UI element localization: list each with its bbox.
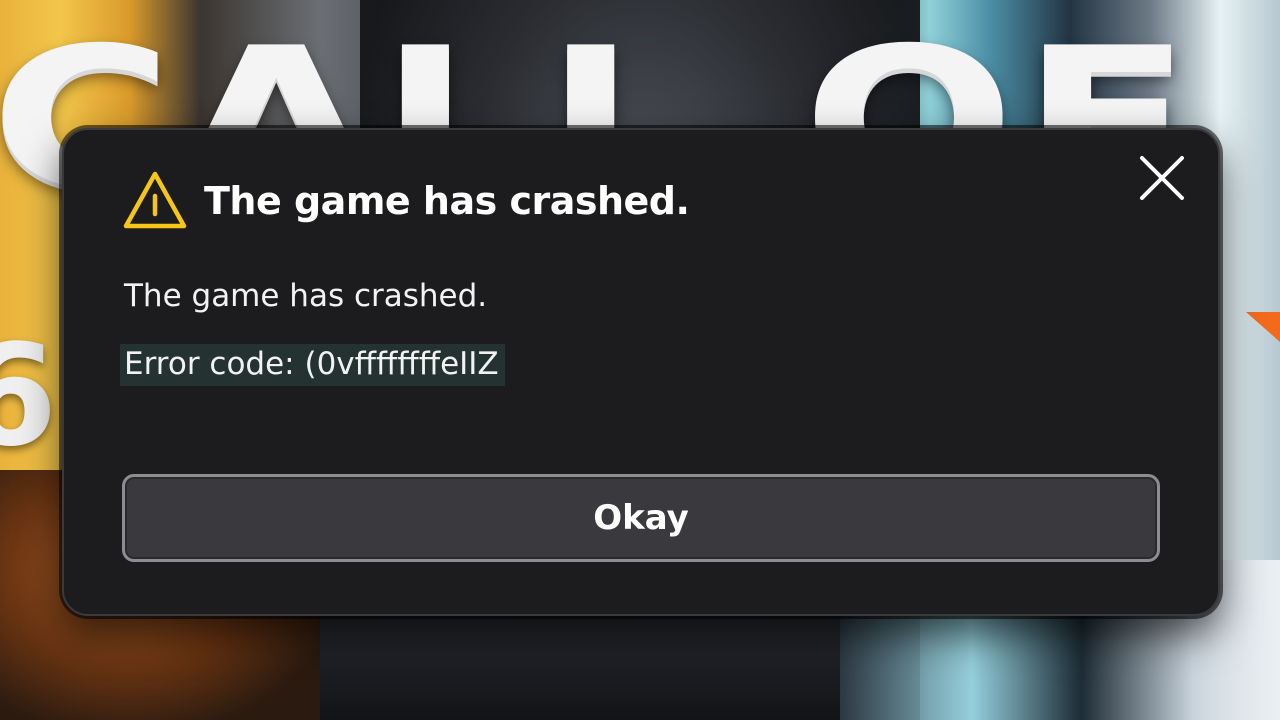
error-code-text: Error code: (0vffffffffeIIZ: [120, 344, 505, 386]
crash-dialog: The game has crashed. The game has crash…: [62, 128, 1220, 616]
okay-button-label: Okay: [593, 498, 689, 538]
background-orange-accent: [1246, 312, 1280, 342]
warning-triangle-icon: [123, 171, 187, 229]
dialog-message: The game has crashed.: [124, 278, 488, 314]
dialog-header: The game has crashed.: [122, 170, 690, 232]
dialog-title: The game has crashed.: [204, 179, 690, 223]
background-character-lower: [300, 600, 860, 720]
close-button[interactable]: [1136, 152, 1188, 204]
background-game-subtitle: 6: [0, 315, 58, 478]
okay-button[interactable]: Okay: [122, 474, 1160, 562]
close-icon[interactable]: [1136, 152, 1188, 204]
